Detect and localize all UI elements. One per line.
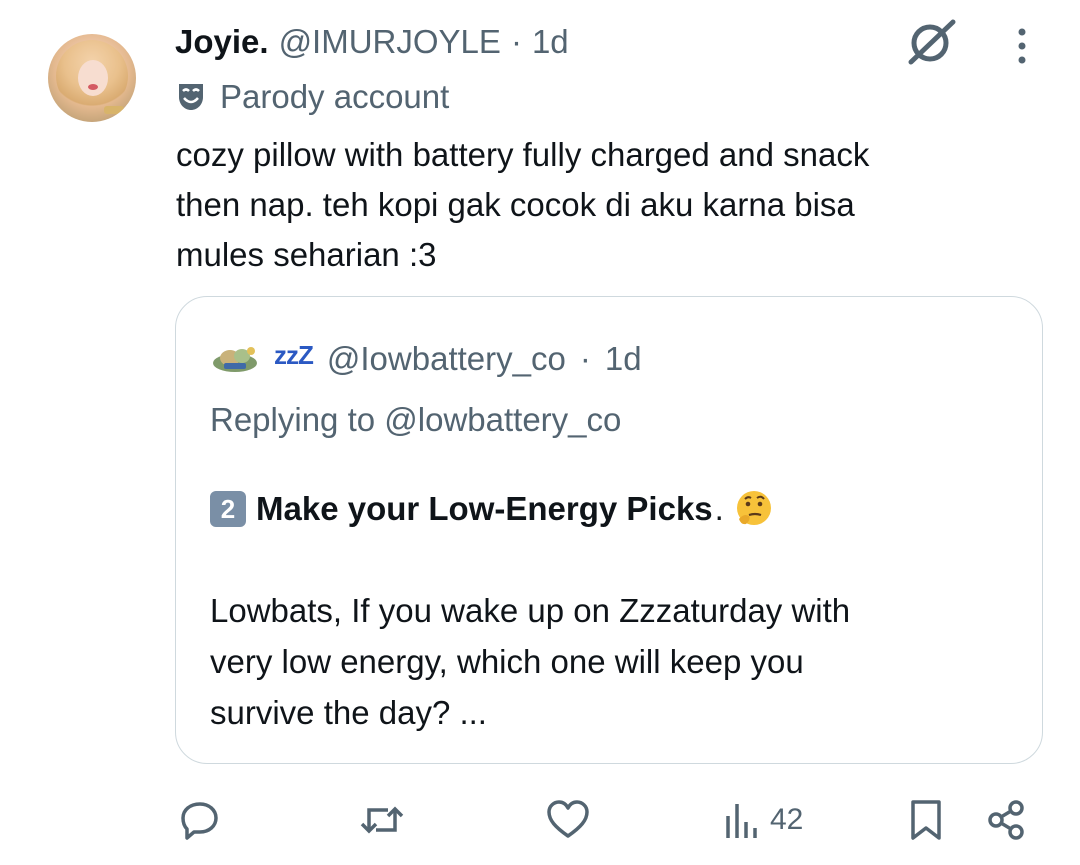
separator-dot: · bbox=[579, 340, 591, 377]
post-text-line: cozy pillow with battery fully charged a… bbox=[176, 136, 870, 173]
action-bar: 42 bbox=[0, 790, 1080, 850]
like-icon bbox=[547, 800, 589, 838]
share-icon bbox=[988, 800, 1024, 840]
replying-to: Replying to @lowbattery_co bbox=[210, 401, 622, 438]
quoted-body-line: Lowbats, If you wake up on Zzzaturday wi… bbox=[210, 592, 851, 629]
reply-icon bbox=[181, 802, 218, 840]
avatar-face bbox=[78, 60, 108, 96]
repost-icon bbox=[360, 806, 404, 834]
author-name[interactable]: Joyie. bbox=[175, 23, 269, 61]
keycap-two-emoji: 2 bbox=[210, 491, 246, 527]
quoted-post[interactable]: zzZ @Iowbattery_co · 1d Replying to @low… bbox=[175, 296, 1043, 764]
thinking-face-icon bbox=[736, 491, 771, 525]
quoted-body-line: survive the day? ... bbox=[210, 694, 487, 731]
quoted-author-avatar[interactable] bbox=[210, 341, 260, 377]
share-button[interactable] bbox=[984, 798, 1028, 842]
parody-badge: Parody account bbox=[176, 76, 449, 118]
post-text-line: mules seharian :3 bbox=[176, 236, 437, 273]
quoted-handle[interactable]: @Iowbattery_co bbox=[327, 340, 566, 378]
like-button[interactable] bbox=[545, 798, 591, 842]
views-button[interactable]: 42 bbox=[722, 798, 803, 842]
zzz-display-name[interactable]: zzZ bbox=[274, 340, 314, 371]
quoted-time: 1d bbox=[604, 340, 642, 377]
avatar-tag bbox=[104, 106, 124, 114]
quoted-body-line: very low energy, which one will keep you bbox=[210, 643, 804, 680]
bookmark-icon bbox=[911, 800, 941, 840]
views-icon bbox=[726, 804, 757, 838]
grok-icon[interactable] bbox=[905, 18, 957, 66]
reply-button[interactable] bbox=[178, 798, 222, 842]
parody-label: Parody account bbox=[220, 78, 450, 115]
separator-dot: · bbox=[510, 23, 522, 60]
mask-icon bbox=[179, 84, 203, 110]
post-time[interactable]: 1d bbox=[532, 23, 569, 61]
post-header: Joyie. @IMURJOYLE · 1d bbox=[175, 22, 569, 62]
quoted-headline: 2 Make your Low-Energy Picks. bbox=[210, 487, 774, 531]
bookmark-button[interactable] bbox=[908, 798, 944, 842]
avatar-lips bbox=[88, 84, 98, 90]
headline-bold-text: Make your Low-Energy Picks bbox=[256, 490, 713, 527]
post-text-line: then nap. teh kopi gak cocok di aku karn… bbox=[176, 186, 855, 223]
quoted-body: Lowbats, If you wake up on Zzzaturday wi… bbox=[210, 585, 1010, 738]
post-text: cozy pillow with battery fully charged a… bbox=[176, 130, 1036, 280]
author-avatar[interactable] bbox=[48, 34, 136, 122]
author-handle[interactable]: @IMURJOYLE bbox=[279, 23, 501, 61]
more-options-icon[interactable] bbox=[1010, 26, 1034, 66]
headline-suffix: . bbox=[714, 490, 724, 527]
views-count: 42 bbox=[770, 803, 804, 836]
repost-button[interactable] bbox=[358, 798, 406, 842]
quoted-post-header: zzZ @Iowbattery_co · 1d bbox=[210, 337, 642, 381]
